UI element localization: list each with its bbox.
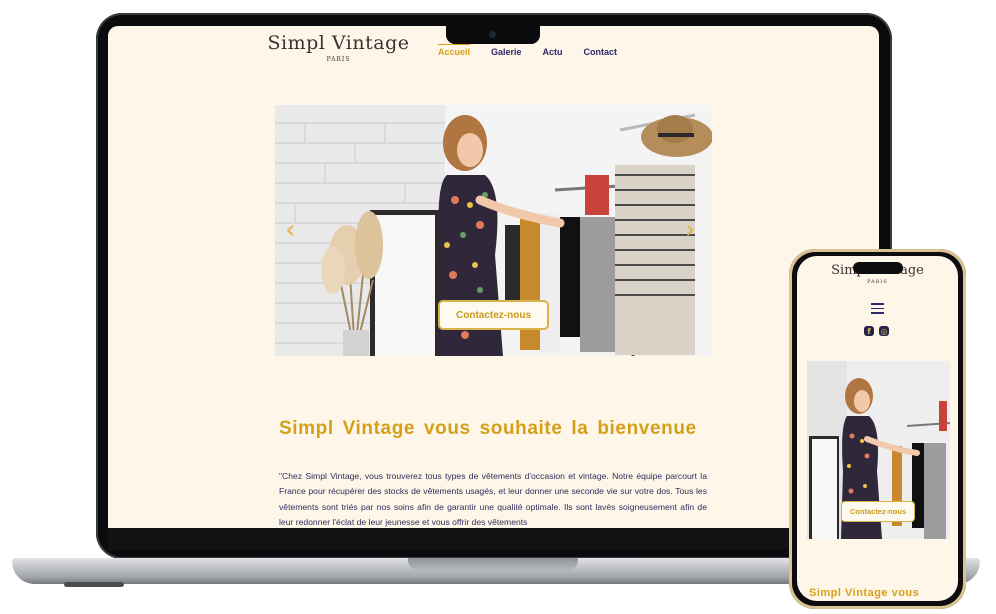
laptop-foot xyxy=(64,582,124,587)
facebook-icon[interactable]: f xyxy=(864,326,874,336)
hero-slideshow[interactable]: ‹ › Contactez-nous xyxy=(275,105,712,356)
nav-accueil[interactable]: Accueil xyxy=(438,44,471,57)
slide-next-button[interactable]: › xyxy=(685,215,695,245)
hamburger-icon[interactable] xyxy=(871,303,884,317)
main-nav: Accueil Galerie Actu Contact xyxy=(438,44,618,57)
brand-sub: PARIS xyxy=(326,56,351,63)
nav-actu[interactable]: Actu xyxy=(543,47,563,57)
dynamic-island xyxy=(853,262,903,274)
laptop-opening-groove xyxy=(408,558,578,570)
camera-notch xyxy=(446,26,540,44)
phone-screen: Simpl Vintage PARIS f ◎ Contactez-nous S… xyxy=(797,256,958,601)
mobile-welcome-heading: Simpl Vintage vous xyxy=(809,587,920,599)
mobile-hero-slideshow[interactable]: Contactez-nous xyxy=(807,361,950,539)
nav-galerie[interactable]: Galerie xyxy=(491,47,522,57)
site-logo[interactable]: Simpl Vintage PARIS xyxy=(266,32,411,63)
contact-cta-button[interactable]: Contactez-nous xyxy=(438,300,549,330)
laptop-chin xyxy=(108,528,879,550)
mobile-brand-sub: PARIS xyxy=(867,279,888,285)
welcome-heading: Simpl Vintage vous souhaite la bienvenue xyxy=(279,418,697,439)
instagram-icon[interactable]: ◎ xyxy=(879,326,889,336)
slide-prev-button[interactable]: ‹ xyxy=(285,215,295,245)
social-links: f ◎ xyxy=(864,326,889,336)
nav-contact[interactable]: Contact xyxy=(584,47,618,57)
mobile-contact-cta-button[interactable]: Contactez-nous xyxy=(841,501,915,522)
brand-name: Simpl Vintage xyxy=(267,32,410,54)
laptop-screen: Simpl Vintage PARIS Accueil Galerie Actu… xyxy=(108,26,879,528)
intro-paragraph: "Chez Simpl Vintage, vous trouverez tous… xyxy=(279,471,707,527)
